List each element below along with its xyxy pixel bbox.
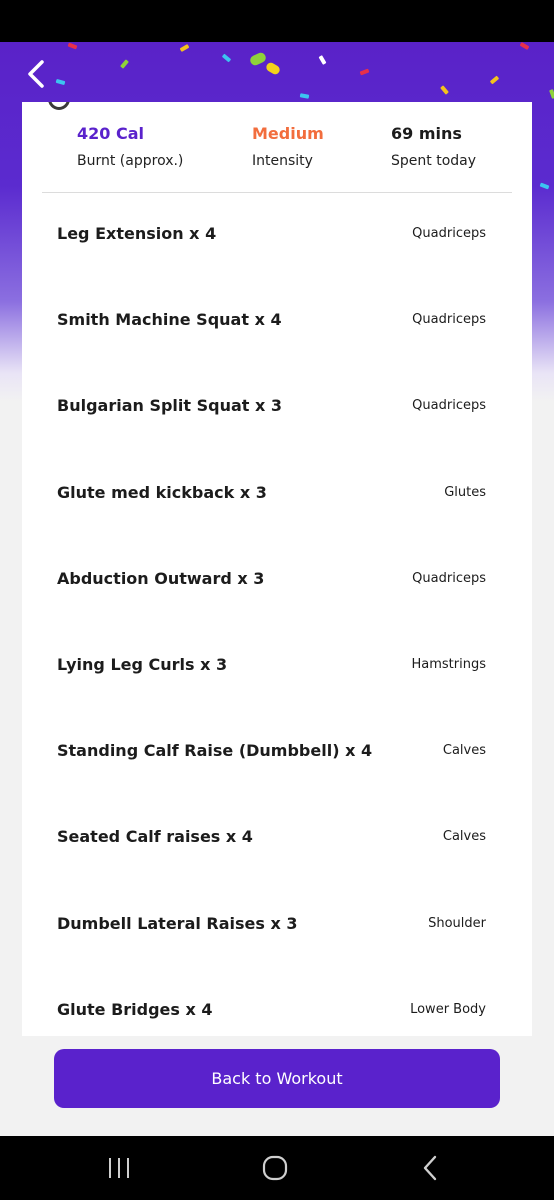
confetti [67,42,78,50]
back-icon [423,1155,437,1181]
workout-summary-card: 420 Cal Burnt (approx.) Medium Intensity… [22,102,532,1036]
chevron-left-icon [28,60,44,88]
home-button[interactable] [255,1154,295,1182]
recents-icon [109,1158,129,1178]
intensity-stat: Medium Intensity [252,124,324,169]
confetti [120,59,129,69]
time-value: 69 mins [391,124,462,143]
exercise-muscle: Lower Body [410,1001,486,1017]
exercise-muscle: Shoulder [428,915,486,931]
list-item[interactable]: Standing Calf Raise (Dumbbell) x 4 Calve… [22,710,532,796]
exercise-name: Leg Extension x 4 [57,224,217,243]
exercise-muscle: Hamstrings [411,656,487,672]
calories-value: 420 Cal [77,124,144,143]
calories-stat: 420 Cal Burnt (approx.) [77,124,183,169]
system-back-button[interactable] [410,1154,450,1182]
list-item[interactable]: Abduction Outward x 3 Quadriceps [22,538,532,624]
exercise-name: Smith Machine Squat x 4 [57,310,282,330]
home-icon [262,1155,288,1181]
list-item[interactable]: Seated Calf raises x 4 Calves [22,796,532,882]
exercise-muscle: Quadriceps [412,226,486,241]
exercise-name: Standing Calf Raise (Dumbbell) x 4 [57,741,373,761]
exercise-muscle: Calves [442,829,486,845]
confetti [221,53,232,63]
confetti [519,42,530,50]
exercise-name: Bulgarian Split Squat x 3 [57,396,283,416]
exercise-muscle: Glutes [444,484,486,500]
confetti [359,68,370,76]
system-nav-bar [0,1136,554,1200]
intensity-label: Intensity [252,153,313,169]
exercise-name: Seated Calf raises x 4 [57,827,253,847]
list-item[interactable]: Lying Leg Curls x 3 Hamstrings [22,624,532,710]
recents-button[interactable] [100,1154,140,1182]
list-item[interactable]: Smith Machine Squat x 4 Quadriceps [22,279,532,365]
back-to-workout-button[interactable]: Back to Workout [54,1049,500,1108]
exercise-muscle: Quadriceps [412,570,486,586]
back-button[interactable] [22,54,56,94]
confetti [264,61,282,76]
status-bar [0,0,554,42]
intensity-value: Medium [252,124,324,143]
time-stat: 69 mins Spent today [391,124,476,169]
exercise-name: Abduction Outward x 3 [57,568,265,588]
exercise-name: Glute Bridges x 4 [57,999,213,1019]
confetti [549,89,554,99]
confetti [248,51,268,67]
confetti [440,85,449,95]
calories-label: Burnt (approx.) [77,153,184,169]
list-item[interactable]: Glute med kickback x 3 Glutes [22,452,532,538]
list-item[interactable]: Bulgarian Split Squat x 3 Quadriceps [22,365,532,451]
confetti [539,182,550,190]
list-item[interactable]: Leg Extension x 4 Quadriceps [22,193,532,279]
exercise-muscle: Quadriceps [412,398,486,414]
exercise-name: Dumbell Lateral Raises x 3 [57,913,298,933]
confetti [299,93,310,99]
list-item[interactable]: Glute Bridges x 4 Lower Body [22,969,532,1036]
time-label: Spent today [391,153,477,169]
confetti [179,44,190,52]
exercise-name: Glute med kickback x 3 [57,482,267,502]
exercise-list: Leg Extension x 4 Quadriceps Smith Machi… [22,193,532,1036]
list-item[interactable]: Dumbell Lateral Raises x 3 Shoulder [22,883,532,969]
confetti [318,55,327,65]
exercise-muscle: Quadriceps [412,312,486,328]
confetti [55,78,66,86]
footer: Back to Workout [0,1036,554,1136]
avatar [48,102,70,110]
confetti [489,75,500,85]
exercise-name: Lying Leg Curls x 3 [57,654,228,674]
exercise-muscle: Calves [442,743,486,759]
